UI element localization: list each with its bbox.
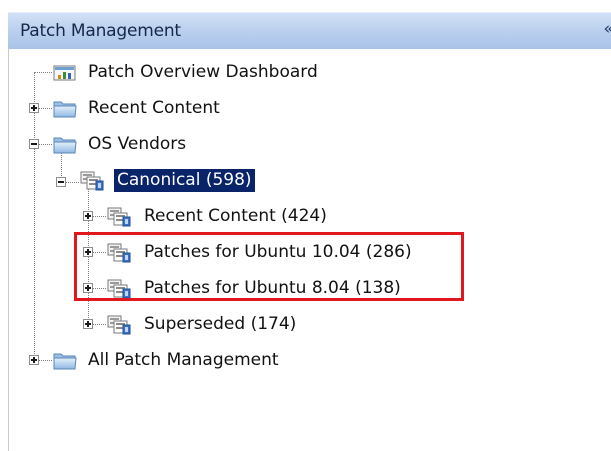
navigation-tree: Patch Overview Dashboard Recent Content … bbox=[0, 0, 611, 451]
red-highlight-annotation bbox=[74, 232, 464, 301]
folder-icon bbox=[52, 132, 78, 156]
patch-group-icon bbox=[106, 204, 132, 228]
collapse-os-vendors-toggle[interactable] bbox=[29, 139, 39, 149]
tree-connector-root bbox=[34, 72, 35, 360]
tree-connector-h bbox=[34, 72, 52, 73]
tree-item-label: Superseded (174) bbox=[144, 314, 297, 334]
tree-item-label: Patch Overview Dashboard bbox=[88, 62, 318, 82]
expand-superseded-toggle[interactable] bbox=[83, 319, 93, 329]
expand-canonical-recent-toggle[interactable] bbox=[83, 211, 93, 221]
chart-dashboard-icon bbox=[52, 60, 78, 84]
patch-management-panel: Patch Management « Patch Overview Dashbo… bbox=[0, 0, 611, 451]
patch-group-icon bbox=[106, 312, 132, 336]
folder-icon bbox=[52, 348, 78, 372]
tree-item-label: Recent Content bbox=[88, 98, 220, 118]
tree-item-label: OS Vendors bbox=[88, 134, 187, 154]
folder-icon bbox=[52, 96, 78, 120]
expand-all-patch-management-toggle[interactable] bbox=[29, 355, 39, 365]
collapse-canonical-toggle[interactable] bbox=[56, 177, 66, 187]
tree-item-label: All Patch Management bbox=[88, 350, 279, 370]
tree-item-label: Recent Content (424) bbox=[144, 206, 327, 226]
tree-item-label-selected: Canonical (598) bbox=[113, 168, 256, 193]
patch-group-icon bbox=[79, 168, 105, 192]
expand-recent-content-toggle[interactable] bbox=[29, 103, 39, 113]
